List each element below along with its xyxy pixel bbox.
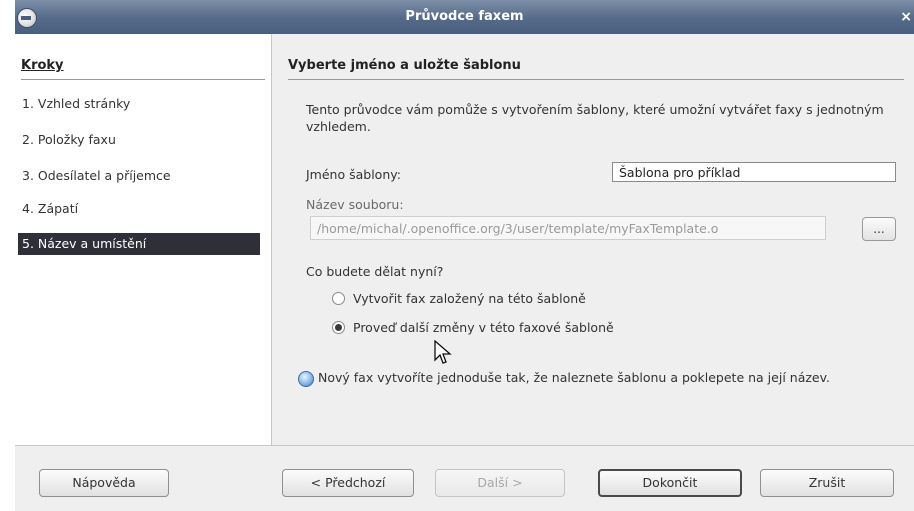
step-name-location[interactable]: 5. Název a umístění bbox=[18, 233, 260, 255]
window-title: Průvodce faxem bbox=[405, 9, 524, 24]
option-modify-template[interactable]: Proveď další změny v této faxové šabloně bbox=[332, 317, 614, 337]
template-name-input[interactable] bbox=[612, 162, 896, 182]
button-bar: Nápověda < Předchozí Další > Dokončit Zr… bbox=[15, 445, 914, 511]
divider bbox=[288, 79, 904, 80]
close-icon[interactable]: × bbox=[900, 9, 912, 25]
option-label: Vytvořit fax založený na této šabloně bbox=[353, 290, 586, 306]
option-label: Proveď další změny v této faxové šabloně bbox=[353, 319, 614, 335]
step-page-design[interactable]: 1. Vzhled stránky bbox=[18, 93, 260, 115]
back-button[interactable]: < Předchozí bbox=[282, 469, 414, 497]
steps-sidebar: Kroky 1. Vzhled stránky 2. Položky faxu … bbox=[15, 34, 271, 445]
help-button[interactable]: Nápověda bbox=[39, 469, 169, 497]
radio-button-selected[interactable] bbox=[332, 320, 345, 334]
description-text: Tento průvodce vám pomůže s vytvořením š… bbox=[306, 102, 884, 134]
filename-input bbox=[310, 216, 826, 240]
radio-button[interactable] bbox=[332, 291, 345, 305]
title-bar[interactable]: Průvodce faxem × bbox=[15, 0, 914, 34]
step-footer[interactable]: 4. Zápatí bbox=[18, 198, 260, 220]
page-title: Vyberte jméno a uložte šablonu bbox=[288, 58, 521, 73]
divider bbox=[21, 79, 265, 80]
info-bulb-icon bbox=[298, 371, 314, 387]
step-fax-items[interactable]: 2. Položky faxu bbox=[18, 129, 260, 151]
finish-button[interactable]: Dokončit bbox=[598, 469, 742, 497]
info-text: Nový fax vytvoříte jednoduše tak, že nal… bbox=[318, 370, 830, 385]
browse-button[interactable]: ... bbox=[862, 217, 896, 241]
option-create-fax[interactable]: Vytvořit fax založený na této šabloně bbox=[332, 288, 586, 308]
question-label: Co budete dělat nyní? bbox=[306, 264, 444, 279]
cancel-button[interactable]: Zrušit bbox=[760, 469, 894, 497]
mouse-pointer-icon bbox=[434, 340, 452, 364]
steps-title: Kroky bbox=[21, 58, 64, 73]
main-panel: Vyberte jméno a uložte šablonu Tento prů… bbox=[272, 34, 914, 445]
template-name-label: Jméno šablony: bbox=[306, 167, 401, 182]
next-button[interactable]: Další > bbox=[435, 469, 565, 497]
fax-wizard-window: Průvodce faxem × Kroky 1. Vzhled stránky… bbox=[15, 0, 914, 511]
filename-label: Název souboru: bbox=[306, 197, 404, 212]
step-sender-recipient[interactable]: 3. Odesílatel a příjemce bbox=[18, 165, 260, 187]
